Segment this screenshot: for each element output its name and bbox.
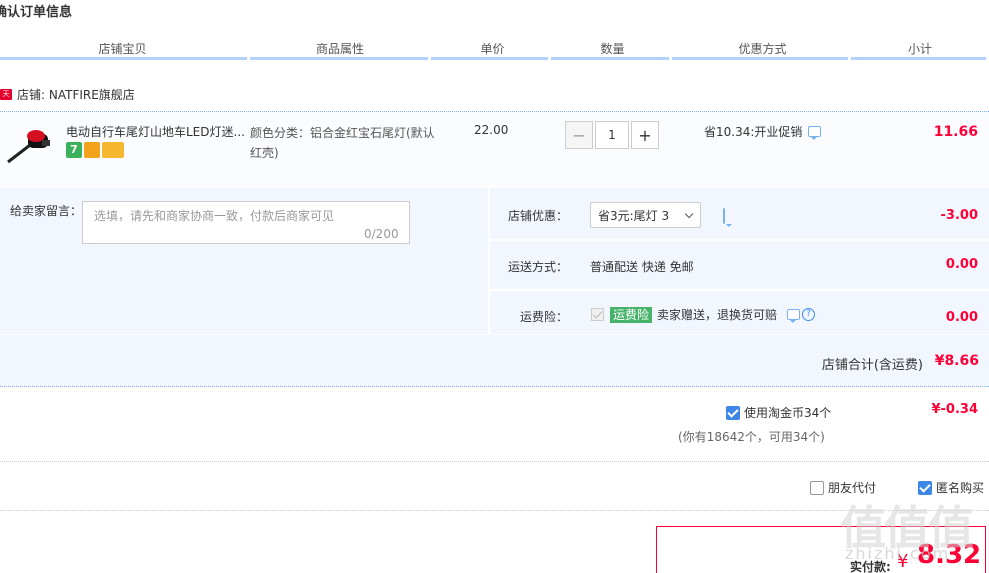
help-icon[interactable]: ? bbox=[802, 308, 816, 321]
qty-minus-button[interactable]: − bbox=[565, 121, 593, 149]
divider bbox=[490, 239, 989, 241]
col-header-subtotal: 小计 bbox=[907, 42, 932, 56]
guarantee-icon bbox=[84, 142, 100, 158]
insurance-label: 运费险： bbox=[519, 310, 568, 324]
watermark-url: zhizhi.com bbox=[845, 544, 951, 563]
divider bbox=[490, 289, 989, 291]
coin-label: 使用淘金币34个 bbox=[744, 406, 832, 420]
tmall-icon: 天猫 bbox=[0, 89, 12, 109]
col-header-attr: 商品属性 bbox=[315, 42, 364, 56]
qty-plus-button[interactable]: + bbox=[631, 121, 659, 149]
seven-day-return-icon: 7 bbox=[66, 142, 82, 158]
friend-pay-checkbox[interactable] bbox=[810, 480, 824, 495]
coin-discount-value: ¥-0.34 bbox=[931, 402, 978, 417]
chat-icon[interactable] bbox=[808, 126, 822, 140]
coin-note: (你有18642个，可用34个) bbox=[678, 430, 825, 444]
insurance-badge: 运费险 bbox=[610, 306, 653, 323]
chat-icon[interactable] bbox=[723, 208, 725, 224]
shipping-label: 运送方式： bbox=[507, 260, 568, 274]
unit-price: 22.00 bbox=[474, 123, 509, 137]
qty-input[interactable]: 1 bbox=[595, 121, 629, 149]
shop-discount-select[interactable]: 省3元:尾灯 3 bbox=[590, 202, 701, 228]
insurance-value: 0.00 bbox=[945, 310, 978, 325]
shipping-method: 普通配送 快递 免邮 bbox=[590, 260, 694, 274]
quantity-stepper: − 1 + bbox=[565, 121, 659, 149]
product-title-link[interactable]: 电动自行车尾灯山地车LED灯迷... bbox=[66, 123, 246, 140]
col-header-promo: 优惠方式 bbox=[738, 42, 787, 56]
product-image[interactable] bbox=[4, 118, 54, 168]
header-underline bbox=[0, 57, 989, 60]
insurance-text: 卖家赠送，退换货可赔 bbox=[657, 308, 778, 322]
shop-discount-label: 店铺优惠： bbox=[507, 209, 568, 223]
memo-label: 给卖家留言： bbox=[10, 204, 83, 218]
page-title: 确认订单信息 bbox=[0, 5, 73, 20]
memo-char-count: 0/200 bbox=[364, 227, 399, 241]
promo-info: 省10.34:开业促销 bbox=[704, 123, 822, 140]
chevron-down-icon bbox=[684, 209, 694, 219]
shipping-value: 0.00 bbox=[945, 257, 978, 272]
insurance-checkbox bbox=[591, 308, 604, 321]
service-icons: 7 bbox=[66, 142, 126, 158]
divider bbox=[0, 461, 989, 462]
shop-name-link[interactable]: 店铺: NATFIRE旗舰店 bbox=[17, 86, 135, 103]
shop-total-label: 店铺合计(含运费) bbox=[821, 358, 923, 373]
shop-discount-selected: 省3元:尾灯 3 bbox=[598, 208, 670, 223]
col-header-price: 单价 bbox=[480, 42, 505, 56]
shop-discount-value: -3.00 bbox=[940, 208, 978, 223]
col-header-item: 店铺宝贝 bbox=[98, 42, 147, 56]
card-payment-icon bbox=[102, 142, 124, 158]
coin-checkbox[interactable] bbox=[726, 405, 740, 420]
shop-row: 天猫 店铺: NATFIRE旗舰店 bbox=[0, 86, 135, 109]
shop-total-value: ¥8.66 bbox=[934, 353, 979, 369]
memo-placeholder: 选填，请先和商家协商一致，付款后商家可见 bbox=[94, 209, 335, 223]
product-sku: 颜色分类：铝合金红宝石尾灯(默认红壳) bbox=[250, 126, 435, 160]
item-subtotal: 11.66 bbox=[933, 124, 978, 140]
col-header-qty: 数量 bbox=[600, 42, 625, 56]
coin-option[interactable]: 使用淘金币34个 bbox=[726, 404, 831, 421]
chat-icon[interactable] bbox=[787, 309, 801, 323]
promo-text: 省10.34:开业促销 bbox=[704, 125, 803, 139]
insurance-row: 运费险 卖家赠送，退换货可赔 ? bbox=[591, 306, 816, 323]
